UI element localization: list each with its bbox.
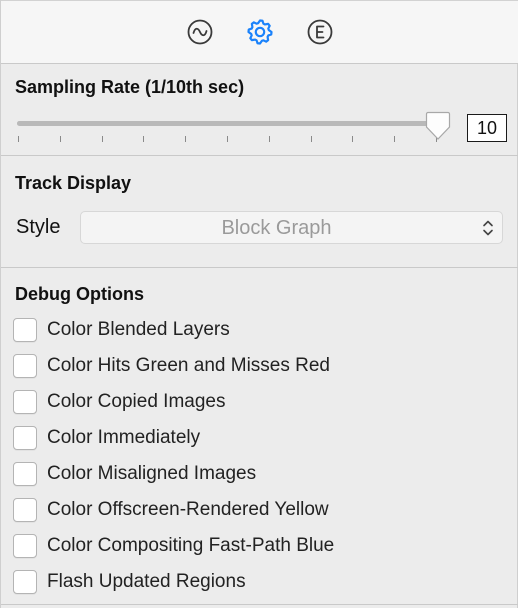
debug-options-section: Debug Options Color Blended Layers Color … — [1, 268, 518, 606]
debug-option[interactable]: Color Hits Green and Misses Red — [13, 353, 493, 379]
debug-option-label: Color Copied Images — [47, 391, 226, 412]
sampling-section: Sampling Rate (1/10th sec) 10 — [1, 64, 518, 156]
debug-option-label: Color Immediately — [47, 427, 201, 448]
style-select[interactable]: Block Graph — [80, 211, 503, 244]
gear-icon[interactable] — [245, 17, 275, 47]
slider-tick — [60, 136, 61, 142]
sampling-value-field[interactable]: 10 — [467, 114, 507, 142]
debug-option[interactable]: Color Compositing Fast-Path Blue — [13, 533, 493, 559]
slider-tick — [227, 136, 228, 142]
track-display-section: Track Display Style Block Graph — [1, 156, 518, 268]
debug-option-label: Flash Updated Regions — [47, 571, 246, 592]
style-select-value: Block Graph — [221, 217, 332, 239]
debug-option-label: Color Hits Green and Misses Red — [47, 355, 330, 376]
slider-tick — [269, 136, 270, 142]
debug-option-checkbox[interactable] — [13, 354, 37, 378]
waveform-icon[interactable] — [185, 17, 215, 47]
sampling-slider-thumb[interactable] — [425, 110, 451, 142]
sampling-slider-track[interactable] — [17, 121, 447, 126]
e-circle-icon[interactable] — [305, 17, 335, 47]
bottom-divider — [1, 604, 518, 605]
inspector-panel: Sampling Rate (1/10th sec) 10 Track Disp… — [0, 0, 518, 608]
slider-tick — [102, 136, 103, 142]
debug-option-checkbox[interactable] — [13, 462, 37, 486]
slider-tick — [185, 136, 186, 142]
debug-option[interactable]: Color Offscreen-Rendered Yellow — [13, 497, 493, 523]
debug-option[interactable]: Flash Updated Regions — [13, 569, 493, 595]
up-down-chevron-icon — [482, 218, 494, 238]
debug-option-checkbox[interactable] — [13, 318, 37, 342]
debug-option[interactable]: Color Blended Layers — [13, 317, 493, 343]
sampling-slider-fill — [17, 121, 447, 126]
track-display-title: Track Display — [15, 173, 132, 193]
style-label: Style — [16, 216, 61, 238]
debug-option-checkbox[interactable] — [13, 390, 37, 414]
debug-option-label: Color Blended Layers — [47, 319, 230, 340]
inspector-toolbar — [1, 0, 518, 64]
debug-option[interactable]: Color Immediately — [13, 425, 493, 451]
debug-option-label: Color Compositing Fast-Path Blue — [47, 535, 335, 556]
slider-tick — [352, 136, 353, 142]
debug-option-checkbox[interactable] — [13, 570, 37, 594]
debug-option-checkbox[interactable] — [13, 426, 37, 450]
debug-option[interactable]: Color Copied Images — [13, 389, 493, 415]
debug-option[interactable]: Color Misaligned Images — [13, 461, 493, 487]
slider-tick — [18, 136, 19, 142]
slider-tick — [311, 136, 312, 142]
sampling-title: Sampling Rate (1/10th sec) — [15, 77, 245, 97]
debug-option-label: Color Misaligned Images — [47, 463, 257, 484]
debug-option-label: Color Offscreen-Rendered Yellow — [47, 499, 329, 520]
slider-tick — [143, 136, 144, 142]
debug-option-checkbox[interactable] — [13, 498, 37, 522]
slider-tick — [394, 136, 395, 142]
debug-options-title: Debug Options — [15, 284, 144, 304]
debug-option-checkbox[interactable] — [13, 534, 37, 558]
